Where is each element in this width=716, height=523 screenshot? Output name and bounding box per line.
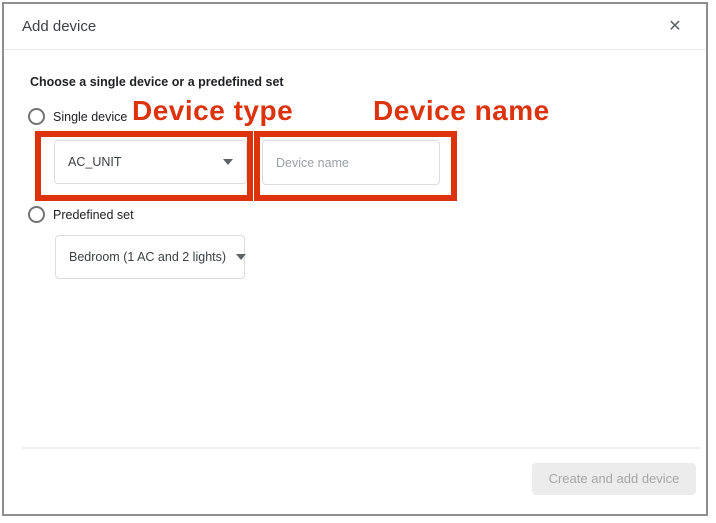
- single-device-radio-row[interactable]: Single device: [28, 108, 127, 125]
- section-heading: Choose a single device or a predefined s…: [30, 74, 284, 90]
- footer-divider: [22, 447, 700, 449]
- single-device-radio-label: Single device: [53, 110, 127, 124]
- predefined-set-dropdown-value: Bedroom (1 AC and 2 lights): [69, 250, 226, 264]
- predefined-set-dropdown[interactable]: Bedroom (1 AC and 2 lights): [55, 235, 245, 279]
- chevron-down-icon: [236, 254, 246, 260]
- annotation-device-name-label: Device name: [373, 96, 550, 126]
- annotation-device-type-label: Device type: [132, 96, 293, 126]
- chevron-down-icon: [223, 159, 233, 165]
- device-type-dropdown[interactable]: AC_UNIT: [54, 140, 247, 184]
- predefined-set-radio[interactable]: [28, 206, 45, 223]
- dialog-header: Add device ✕: [4, 4, 706, 50]
- dialog-title: Add device: [22, 4, 96, 50]
- close-icon[interactable]: ✕: [664, 16, 686, 38]
- create-and-add-device-button[interactable]: Create and add device: [532, 463, 696, 495]
- predefined-set-radio-row[interactable]: Predefined set: [28, 206, 134, 223]
- predefined-set-radio-label: Predefined set: [53, 208, 134, 222]
- single-device-radio[interactable]: [28, 108, 45, 125]
- device-name-input[interactable]: [262, 140, 440, 185]
- add-device-dialog: Add device ✕ Choose a single device or a…: [2, 2, 708, 516]
- device-type-dropdown-value: AC_UNIT: [68, 155, 121, 169]
